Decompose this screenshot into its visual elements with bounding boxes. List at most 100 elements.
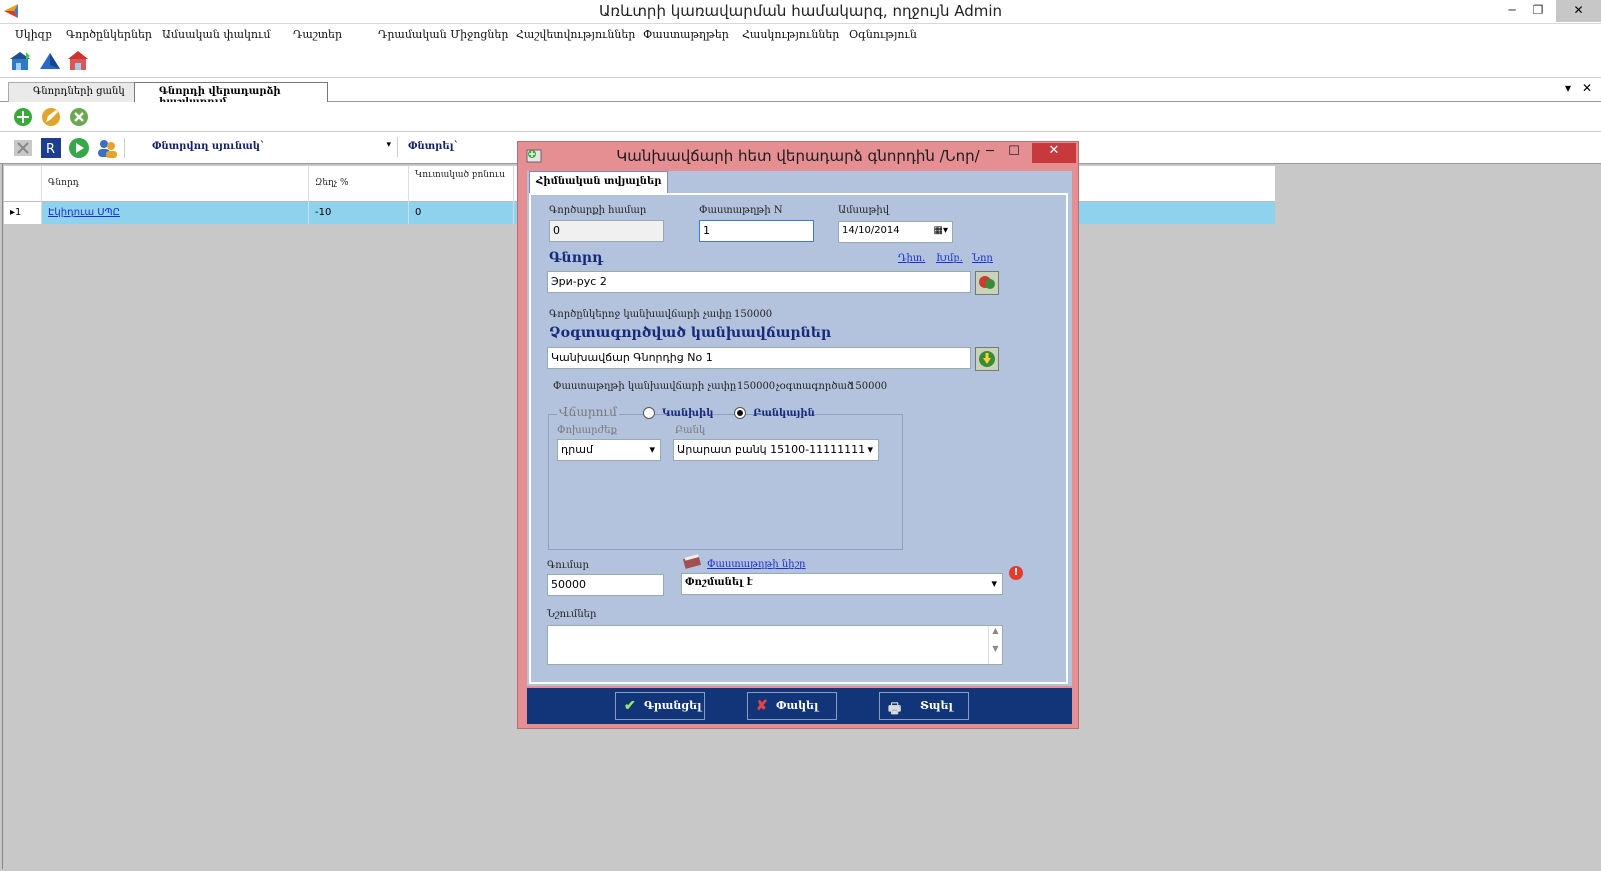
play-icon[interactable] <box>68 137 90 159</box>
refresh-icon[interactable]: R <box>40 137 62 159</box>
payment-label: Վճարում <box>557 405 619 419</box>
dialog-minimize-button[interactable]: ─ <box>980 144 1000 162</box>
row-indicator: ▸1 <box>4 202 42 224</box>
add-record-icon[interactable] <box>12 106 34 128</box>
tab-close-icon[interactable]: ✕ <box>1582 81 1592 95</box>
check-icon: ✔ <box>624 698 636 714</box>
print-button[interactable]: 🖶 Տպել <box>879 692 969 720</box>
date-label: Ամսաթիվ <box>838 205 890 216</box>
bank-dropdown[interactable]: Արարատ բանկ 15100-11111111 <box>673 439 879 461</box>
note-textarea[interactable]: ▲ ▼ <box>547 625 1003 665</box>
column-discount[interactable]: Զեղչ % <box>309 166 409 202</box>
main-data-panel: Գործարքի համար 0 Փաստաթղթի N 1 Ամսաթիվ 1… <box>529 193 1068 684</box>
dialog-close-button[interactable]: ✕ <box>1032 143 1076 163</box>
edit-record-icon[interactable] <box>40 106 62 128</box>
svg-text:R: R <box>46 142 55 157</box>
currency-label: Փոխարժեք <box>557 425 617 436</box>
buyer-label: Գնորդ <box>549 250 604 266</box>
menu-item-reports[interactable]: Հաշվետվություններ <box>516 28 635 41</box>
buyer-new-link[interactable]: Նոր <box>972 253 993 264</box>
tab-menu-icon[interactable]: ▾ <box>1565 81 1571 95</box>
date-picker[interactable]: 14/10/2014 ▦▾ <box>838 221 953 243</box>
store-icon[interactable] <box>10 50 32 72</box>
doc-status-link[interactable]: Փաստաթղթի նիշը <box>707 559 806 570</box>
clear-icon[interactable] <box>12 137 34 159</box>
book-icon <box>683 554 702 569</box>
pyramid-icon[interactable] <box>39 51 61 73</box>
doc-unused-value: 150000 <box>849 381 888 392</box>
search-column-dropdown[interactable]: ▾ <box>265 137 398 157</box>
menu-item-start[interactable]: Սկիզբ <box>15 28 52 41</box>
window-title: Առևտրի կառավարման համակարգ, ողջույն Admi… <box>598 2 1003 20</box>
menu-item-partners[interactable]: Գործընկերներ <box>66 28 152 41</box>
partner-advance-value: 150000 <box>734 309 773 320</box>
tab-main-data[interactable]: Հիմնական տվյալներ <box>529 171 669 193</box>
menu-item-fields[interactable]: Դաշտեր <box>293 28 342 41</box>
tab-buyers-list[interactable]: Գնորդների ցանկ <box>8 82 138 102</box>
cell-discount: -10 <box>309 202 409 224</box>
partner-advance-label: Գործընկերոջ կանխավճարի չափը <box>549 309 732 320</box>
menu-item-monthly-close[interactable]: Ամսական փակում <box>162 28 270 41</box>
delete-record-icon[interactable] <box>68 106 90 128</box>
close-window-button[interactable]: ✕ <box>1556 0 1601 22</box>
buyer-link[interactable]: Էկիդուա ՍՊԸ <box>48 207 120 218</box>
op-number-field[interactable]: 0 <box>549 220 664 242</box>
window-titlebar: Առևտրի կառավարման համակարգ, ողջույն Admi… <box>0 0 1601 24</box>
advance-picker-button[interactable] <box>975 347 999 371</box>
bank-radio[interactable] <box>734 407 746 419</box>
cell-buyer[interactable]: Էկիդուա ՍՊԸ <box>42 202 309 224</box>
column-bonus[interactable]: Կուտակած բոնուս <box>409 166 514 202</box>
note-scrollbar[interactable]: ▲ ▼ <box>988 626 1002 664</box>
currency-dropdown[interactable]: դրամ <box>557 439 661 461</box>
dialog-titlebar: Կանխավճարի հետ վերադարձ գնորդին /Նոր/ ─ … <box>518 142 1078 170</box>
cash-radio[interactable] <box>643 407 655 419</box>
search-label: Փնտրել` <box>408 141 459 152</box>
column-buyer[interactable]: Գնորդ <box>42 166 309 202</box>
tab-buyer-return[interactable]: Գնորդի վերադարձի հաշվառում <box>134 82 328 108</box>
unused-advances-label: Չօգտագործված կանխավճարներ <box>549 325 832 341</box>
dialog-footer: ✔ Գրանցել ✘ Փակել 🖶 Տպել <box>527 688 1072 724</box>
doc-number-field[interactable]: 1 <box>699 220 814 242</box>
buyer-edit-link[interactable]: Խմբ. <box>936 253 963 264</box>
menu-item-cash[interactable]: Դրամական Միջոցներ <box>378 28 508 41</box>
printer-icon: 🖶 <box>888 701 902 717</box>
return-dialog: Կանխավճարի հետ վերադարձ գնորդին /Նոր/ ─ … <box>517 141 1079 729</box>
dialog-body: Հիմնական տվյալներ Գործարքի համար 0 Փաստա… <box>527 171 1072 686</box>
buyer-field[interactable]: Эри-рус 2 <box>547 271 971 293</box>
row-header-column <box>4 166 42 202</box>
house-icon[interactable] <box>67 50 89 72</box>
doc-unused-label: չօգտագործած <box>776 381 854 392</box>
minimize-button[interactable]: ─ <box>1500 0 1524 22</box>
save-button[interactable]: ✔ Գրանցել <box>615 692 705 720</box>
main-toolbar <box>0 46 1601 78</box>
menu-item-documents[interactable]: Փաստաթղթեր <box>643 28 729 41</box>
doc-number-label: Փաստաթղթի N <box>699 205 783 216</box>
warning-icon: ! <box>1009 566 1023 580</box>
menu-item-properties[interactable]: Հասկություններ <box>742 28 839 41</box>
close-icon: ✘ <box>756 698 768 714</box>
document-tabstrip: Գնորդների ցանկ Գնորդի վերադարձի հաշվառու… <box>0 78 1601 108</box>
bank-select-label: Բանկ <box>675 425 706 436</box>
download-icon <box>979 351 995 367</box>
doc-advance-label: Փաստաթղթի կանխավճարի չափը <box>553 381 737 392</box>
record-toolbar <box>0 102 1601 132</box>
op-number-label: Գործարքի համար <box>549 205 647 216</box>
doc-advance-value: 150000 <box>737 381 776 392</box>
search-column-label: Փնտրվող սյունակ` <box>152 141 265 152</box>
menu-bar: Սկիզբ Գործընկերներ Ամսական փակում Դաշտեր… <box>0 24 1601 46</box>
users-icon[interactable] <box>96 137 118 159</box>
maximize-button[interactable]: ❐ <box>1526 0 1550 22</box>
cell-bonus: 0 <box>409 202 514 224</box>
calendar-icon[interactable]: ▦▾ <box>934 225 948 236</box>
amount-label: Գումար <box>547 560 589 571</box>
buyer-view-link[interactable]: Դիտ. <box>898 253 925 264</box>
buyer-picker-button[interactable] <box>975 271 999 295</box>
amount-field[interactable]: 50000 <box>547 574 664 596</box>
note-label: Նշումներ <box>547 609 597 620</box>
doc-status-dropdown[interactable]: Փոշմանել է <box>681 573 1003 595</box>
menu-item-help[interactable]: Օգնություն <box>849 28 917 41</box>
cash-label: Կանխիկ <box>662 408 714 419</box>
unused-advance-field[interactable]: Կանխավճար Գնորդից No 1 <box>547 347 971 369</box>
dialog-maximize-button[interactable]: ☐ <box>1004 144 1024 162</box>
cancel-button[interactable]: ✘ Փակել <box>747 692 837 720</box>
